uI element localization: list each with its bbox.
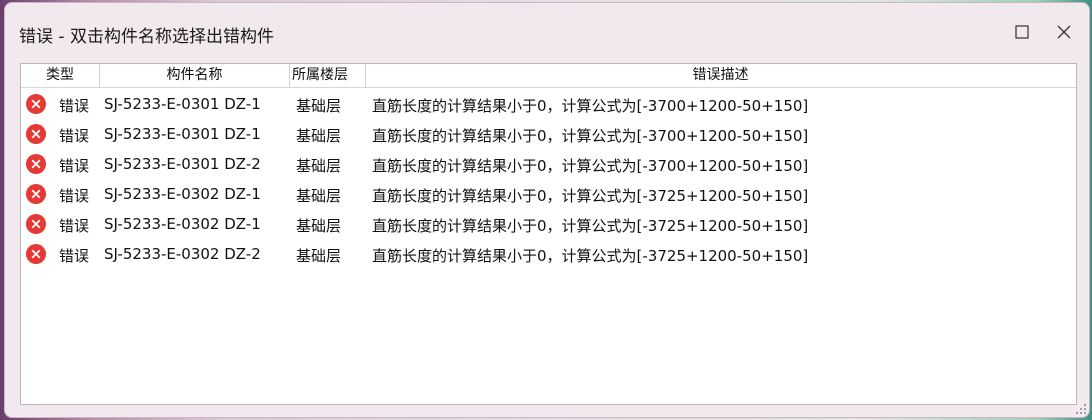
row-type: 错误 <box>59 97 90 115</box>
row-floor: 基础层 <box>296 97 342 115</box>
row-description: 直筋长度的计算结果小于0，计算公式为[-3725+1200-50+150] <box>372 187 809 205</box>
table-row[interactable]: 错误 SJ-5233-E-0302 DZ-1 基础层 直筋长度的计算结果小于0，… <box>21 181 1076 211</box>
error-circle-icon <box>26 154 46 174</box>
row-floor: 基础层 <box>296 157 342 175</box>
window-title: 错误 - 双击构件名称选择出错构件 <box>19 27 274 47</box>
row-description: 直筋长度的计算结果小于0，计算公式为[-3700+1200-50+150] <box>372 157 809 175</box>
row-type: 错误 <box>59 247 90 265</box>
table-body: 错误 SJ-5233-E-0301 DZ-1 基础层 直筋长度的计算结果小于0，… <box>21 91 1076 271</box>
resize-grip-icon[interactable] <box>1075 403 1087 415</box>
error-circle-icon <box>26 94 46 114</box>
row-type: 错误 <box>59 157 90 175</box>
row-component-name[interactable]: SJ-5233-E-0302 DZ-1 <box>104 215 261 233</box>
error-circle-icon <box>26 124 46 144</box>
row-component-name[interactable]: SJ-5233-E-0302 DZ-1 <box>104 185 261 203</box>
row-description: 直筋长度的计算结果小于0，计算公式为[-3725+1200-50+150] <box>372 247 809 265</box>
error-circle-icon <box>26 214 46 234</box>
row-component-name[interactable]: SJ-5233-E-0301 DZ-1 <box>104 95 261 113</box>
table-row[interactable]: 错误 SJ-5233-E-0302 DZ-2 基础层 直筋长度的计算结果小于0，… <box>21 241 1076 271</box>
row-component-name[interactable]: SJ-5233-E-0301 DZ-2 <box>104 155 261 173</box>
column-header-description[interactable]: 错误描述 <box>366 64 1075 87</box>
row-type: 错误 <box>59 187 90 205</box>
row-component-name[interactable]: SJ-5233-E-0302 DZ-2 <box>104 245 261 263</box>
row-floor: 基础层 <box>296 247 342 265</box>
table-row[interactable]: 错误 SJ-5233-E-0301 DZ-1 基础层 直筋长度的计算结果小于0，… <box>21 91 1076 121</box>
row-floor: 基础层 <box>296 127 342 145</box>
row-floor: 基础层 <box>296 217 342 235</box>
error-circle-icon <box>26 184 46 204</box>
table-row[interactable]: 错误 SJ-5233-E-0302 DZ-1 基础层 直筋长度的计算结果小于0，… <box>21 211 1076 241</box>
row-description: 直筋长度的计算结果小于0，计算公式为[-3700+1200-50+150] <box>372 97 809 115</box>
table-row[interactable]: 错误 SJ-5233-E-0301 DZ-1 基础层 直筋长度的计算结果小于0，… <box>21 121 1076 151</box>
error-circle-icon <box>26 244 46 264</box>
title-bar[interactable]: 错误 - 双击构件名称选择出错构件 <box>5 3 1089 61</box>
maximize-button[interactable] <box>1007 17 1037 47</box>
table-row[interactable]: 错误 SJ-5233-E-0301 DZ-2 基础层 直筋长度的计算结果小于0，… <box>21 151 1076 181</box>
row-component-name[interactable]: SJ-5233-E-0301 DZ-1 <box>104 125 261 143</box>
column-header-floor[interactable]: 所属楼层 <box>290 64 366 87</box>
row-type: 错误 <box>59 217 90 235</box>
maximize-icon <box>1015 25 1029 39</box>
row-description: 直筋长度的计算结果小于0，计算公式为[-3725+1200-50+150] <box>372 217 809 235</box>
close-icon <box>1057 25 1071 39</box>
column-header-type[interactable]: 类型 <box>21 64 100 87</box>
error-dialog: 错误 - 双击构件名称选择出错构件 类型 构件名称 所属楼层 错误描述 错误 S… <box>4 2 1090 418</box>
table-header: 类型 构件名称 所属楼层 错误描述 <box>21 64 1076 88</box>
close-button[interactable] <box>1049 17 1079 47</box>
column-header-component-name[interactable]: 构件名称 <box>100 64 290 87</box>
row-type: 错误 <box>59 127 90 145</box>
error-table[interactable]: 类型 构件名称 所属楼层 错误描述 错误 SJ-5233-E-0301 DZ-1… <box>20 63 1077 405</box>
row-floor: 基础层 <box>296 187 342 205</box>
row-description: 直筋长度的计算结果小于0，计算公式为[-3700+1200-50+150] <box>372 127 809 145</box>
